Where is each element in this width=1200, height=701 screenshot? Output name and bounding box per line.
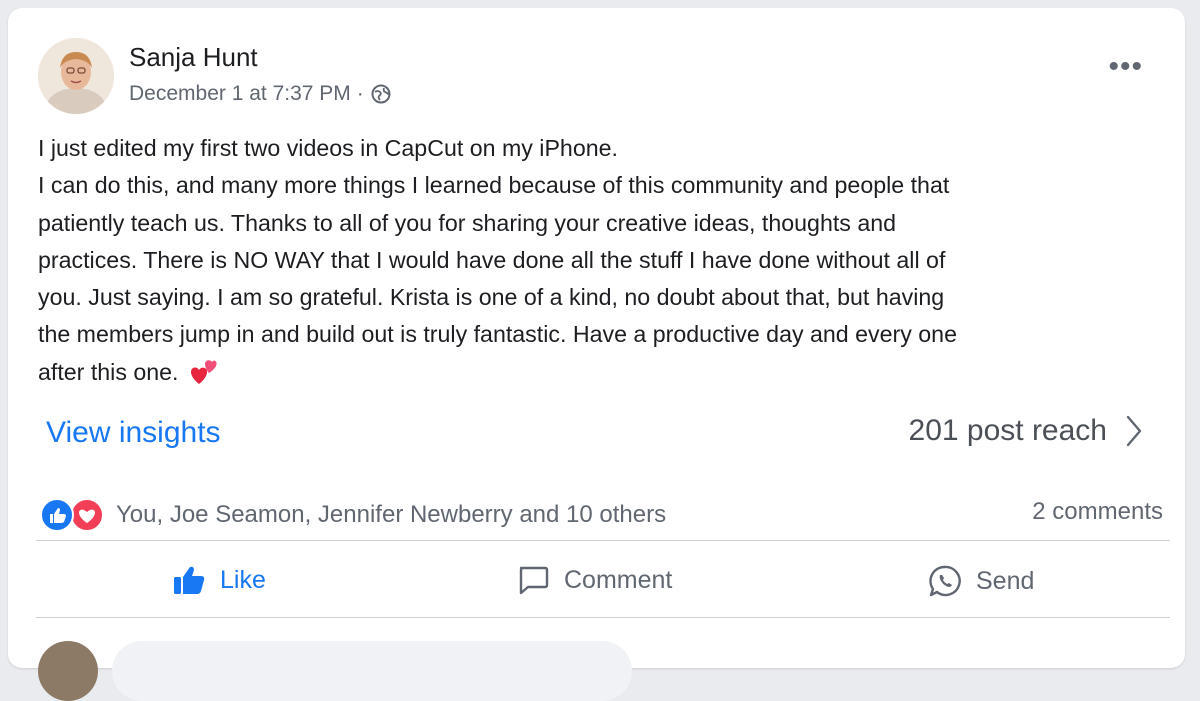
- post-line: the members jump in and build out is tru…: [38, 321, 957, 348]
- globe-icon[interactable]: [370, 83, 392, 105]
- post-reach-label: 201 post reach: [908, 414, 1107, 447]
- like-label: Like: [220, 565, 266, 594]
- commenter-avatar[interactable]: [38, 641, 98, 701]
- send-label: Send: [976, 566, 1035, 595]
- post-timestamp[interactable]: December 1 at 7:37 PM: [129, 82, 351, 106]
- view-insights-link[interactable]: View insights: [46, 416, 221, 450]
- like-button[interactable]: Like: [172, 564, 266, 596]
- post-meta: December 1 at 7:37 PM ·: [129, 82, 392, 106]
- post-reach-link[interactable]: 201 post reach: [909, 414, 1143, 448]
- meta-separator: ·: [356, 82, 364, 105]
- author-name[interactable]: Sanja Hunt: [129, 42, 258, 73]
- reactor-names: You, Joe Seamon, Jennifer Newberry and 1…: [116, 501, 667, 528]
- post-body: I just edited my first two videos in Cap…: [38, 130, 1178, 391]
- divider: [36, 617, 1170, 618]
- chevron-right-icon: [1126, 415, 1142, 447]
- like-icon: [174, 566, 205, 594]
- post-line: you. Just saying. I am so grateful. Kris…: [38, 284, 945, 311]
- comments-count[interactable]: 2 comments: [1032, 498, 1163, 526]
- post-line: patiently teach us. Thanks to all of you…: [38, 209, 897, 236]
- post-line: after this one.: [38, 358, 179, 385]
- whatsapp-icon: [929, 565, 961, 597]
- comment-button[interactable]: Comment: [516, 564, 672, 596]
- more-options-button[interactable]: •••: [1108, 52, 1143, 82]
- comment-icon: [519, 566, 549, 595]
- post-line-last: after this one.: [38, 354, 1178, 391]
- love-reaction-icon: [70, 498, 104, 532]
- comment-label: Comment: [564, 565, 673, 594]
- send-button[interactable]: Send: [928, 564, 1034, 598]
- author-avatar[interactable]: [38, 38, 114, 114]
- post-line: practices. There is NO WAY that I would …: [38, 246, 946, 273]
- reactions-summary[interactable]: You, Joe Seamon, Jennifer Newberry and 1…: [40, 498, 666, 532]
- reaction-icons: [40, 498, 108, 532]
- like-reaction-icon: [40, 498, 74, 532]
- comment-input[interactable]: [112, 641, 632, 701]
- two-hearts-emoji: [187, 358, 217, 386]
- post-card: Sanja Hunt December 1 at 7:37 PM · ••• I…: [8, 8, 1185, 701]
- post-line: I just edited my first two videos in Cap…: [38, 135, 618, 161]
- post-line: I can do this, and many more things I le…: [38, 172, 950, 199]
- divider: [36, 540, 1170, 541]
